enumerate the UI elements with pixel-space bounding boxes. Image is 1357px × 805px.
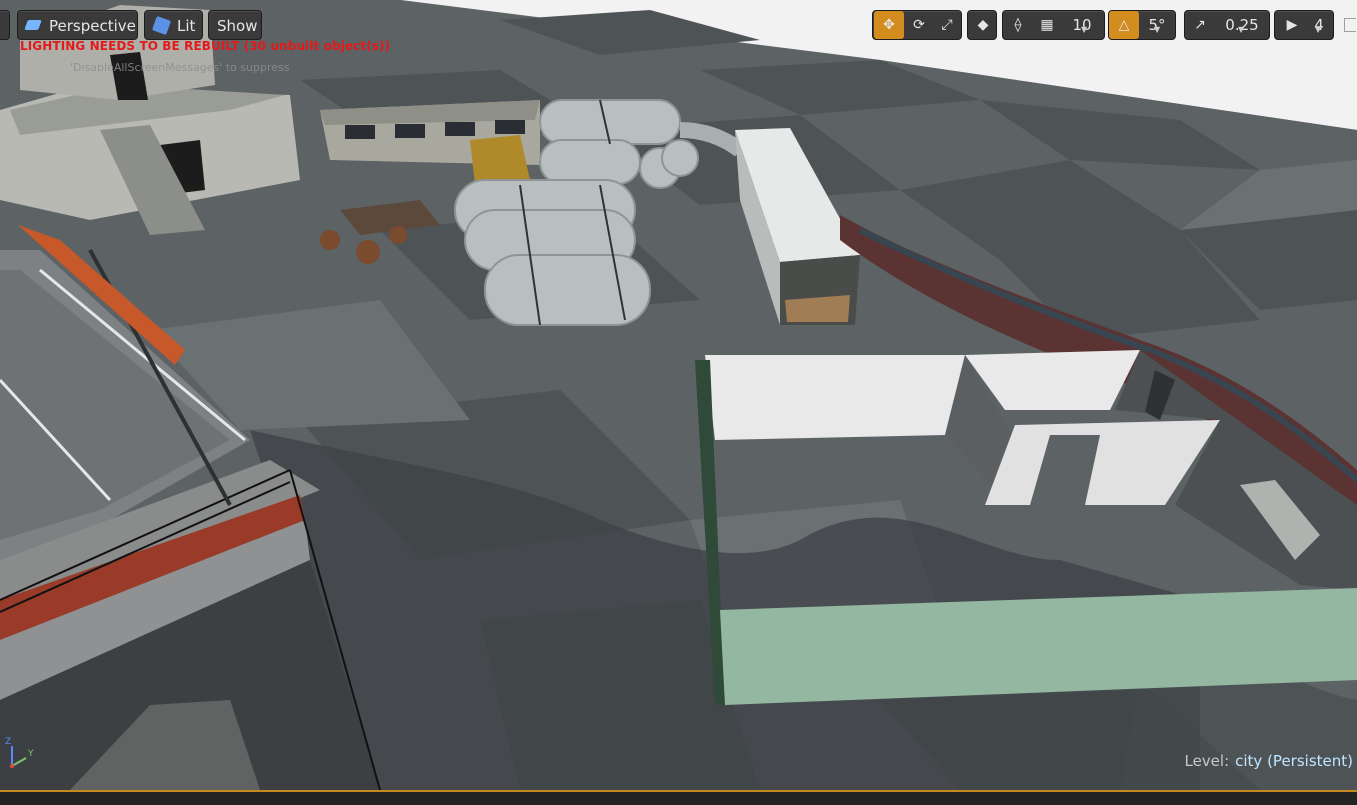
transform-mode-group: ✥ ⟳ ⤢ (872, 10, 962, 40)
grid-snap-button[interactable]: ▦ (1032, 11, 1062, 39)
world-local-icon: ◆ (977, 17, 989, 33)
scale-snap-dropdown-icon[interactable]: ▼ (1238, 25, 1244, 34)
camera-speed-button[interactable]: ▶ (1277, 11, 1307, 39)
scale-snap-button[interactable]: ↗ (1185, 11, 1215, 39)
translate-button[interactable]: ✥ (874, 11, 904, 39)
rotation-snap-button[interactable]: △ (1109, 11, 1139, 39)
level-name: city (Persistent) (1235, 752, 1353, 770)
suppress-hint: 'DisableAllScreenMessages' to suppress (70, 61, 290, 74)
perspective-label: Perspective (49, 17, 136, 35)
world-local-button[interactable]: ◆ (968, 11, 998, 39)
editor-viewport[interactable]: Perspective Lit Show ✥ ⟳ ⤢ ◆ ⟠ ▦ 10 ▼ △ … (0, 0, 1357, 790)
show-button[interactable]: Show (208, 10, 262, 40)
scale-icon: ⤢ (941, 17, 953, 33)
snap-group: ⟠ ▦ 10 ▼ (1002, 10, 1105, 40)
viewport-options-button[interactable] (0, 10, 10, 40)
grid-snap-icon: ▦ (1040, 17, 1054, 33)
grid-snap-dropdown-icon[interactable]: ▼ (1081, 25, 1087, 34)
axis-z-label: Z (5, 737, 11, 747)
level-indicator: Level: city (Persistent) (1184, 752, 1353, 770)
camera-speed-icon: ▶ (1286, 17, 1298, 33)
camera-speed-dropdown-icon[interactable]: ▼ (1315, 25, 1321, 34)
lit-mode-icon (151, 15, 172, 36)
lighting-warning: LIGHTING NEEDS TO BE REBUILT (30 unbuilt… (20, 39, 391, 53)
show-label: Show (217, 17, 258, 35)
scale-button[interactable]: ⤢ (932, 11, 962, 39)
lit-label: Lit (177, 17, 196, 35)
scale-snap-icon: ↗ (1194, 17, 1206, 33)
scale-snap-group: ↗ 0.25 ▼ (1184, 10, 1270, 40)
level-prefix: Level: (1184, 752, 1230, 770)
forklift (470, 135, 530, 185)
surface-snap-icon: ⟠ (1014, 17, 1022, 33)
maximize-viewport-button[interactable] (1344, 18, 1356, 32)
translate-icon: ✥ (883, 17, 895, 33)
rotation-snap-icon: △ (1118, 17, 1130, 33)
lit-button[interactable]: Lit (144, 10, 203, 40)
axis-y-label: Y (27, 749, 34, 759)
perspective-view-icon (24, 20, 42, 30)
world-local-group: ◆ (967, 10, 997, 40)
rotation-snap-dropdown-icon[interactable]: ▼ (1154, 25, 1160, 34)
rotate-button[interactable]: ⟳ (904, 11, 934, 39)
rotate-icon: ⟳ (913, 17, 925, 33)
camera-speed-group: ▶ 4 ▼ (1274, 10, 1334, 40)
scene-render (0, 0, 1357, 790)
rotation-snap-group: △ 5° ▼ (1108, 10, 1176, 40)
axis-gizmo: Y Z (5, 737, 34, 768)
perspective-button[interactable]: Perspective (17, 10, 138, 40)
surface-snap-button[interactable]: ⟠ (1003, 11, 1033, 39)
